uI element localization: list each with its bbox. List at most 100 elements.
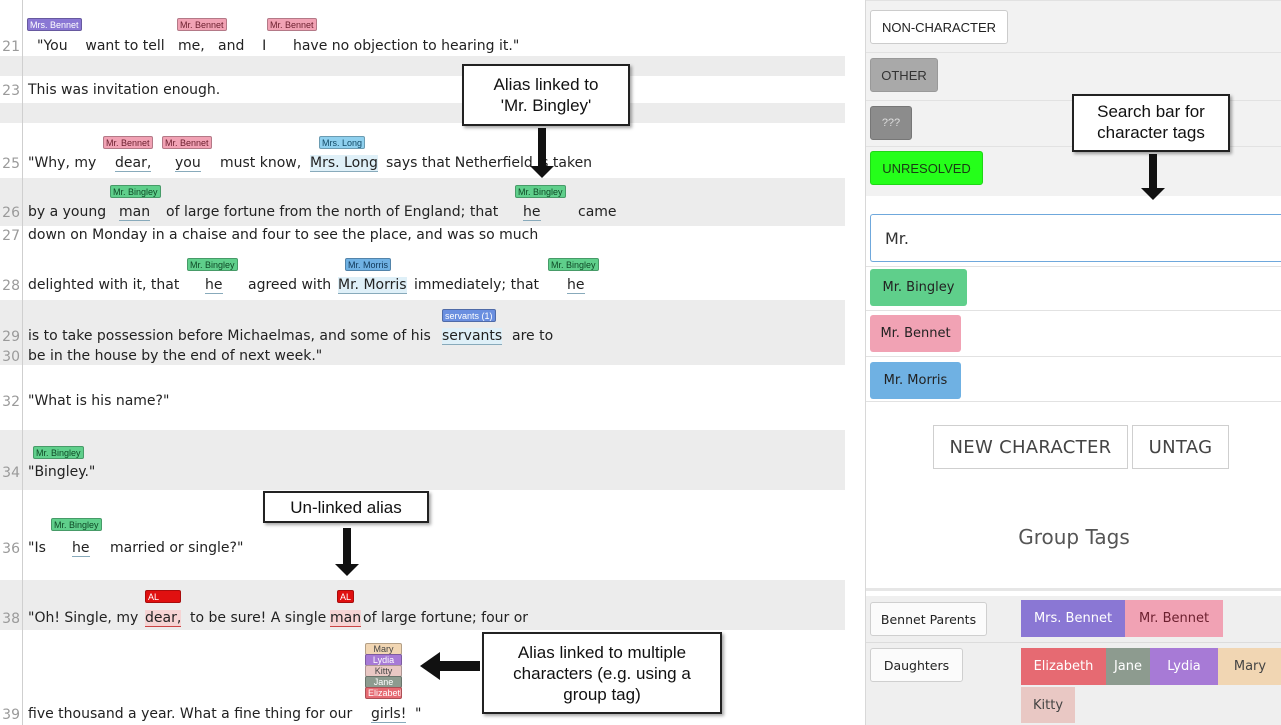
group-tags-title: Group Tags [1018,525,1130,549]
mention[interactable]: he [567,277,585,294]
group-member-chip[interactable]: Mrs. Bennet [1021,600,1125,637]
line-band [0,103,845,123]
other-button[interactable]: OTHER [870,58,938,92]
unknown-button[interactable]: ??? [870,106,912,140]
line-text: by a young [28,204,107,220]
group-member-chip[interactable]: Mary [1218,648,1281,685]
mention-tag[interactable]: Mrs. Long [319,136,366,149]
result-mr-bennet[interactable]: Mr. Bennet [870,315,961,352]
line-text: " [415,706,422,722]
mention-tag[interactable]: Mrs. Bennet [27,18,82,31]
line-text: of large fortune from the north of Engla… [166,204,499,220]
arrow-down-icon [530,128,554,178]
line-text: are to [512,328,554,344]
line-band [0,56,845,76]
line-text: delighted with it, that [28,277,180,293]
mention[interactable]: girls! [371,706,407,723]
line-text: says that Netherfield is taken [386,155,593,171]
mention[interactable]: Mr. Morris [338,277,407,294]
new-character-button[interactable]: NEW CHARACTER [933,425,1128,469]
line-text: "Why, my [28,155,97,171]
result-mr-morris[interactable]: Mr. Morris [870,362,961,399]
line-text: married or single?" [110,540,244,556]
mention-tag[interactable]: Mr. Bingley [548,258,599,271]
mention-tag[interactable]: Mr. Bennet [162,136,212,149]
non-character-button[interactable]: NON-CHARACTER [870,10,1008,44]
group-member-chip[interactable]: Kitty [1021,687,1075,723]
line-number: 32 [2,394,20,410]
line-text: "Is [28,540,46,556]
callout-alias-linked: Alias linked to 'Mr. Bingley' [462,64,630,126]
mention-tag[interactable]: Elizabeth [365,687,402,699]
mention[interactable]: he [205,277,223,294]
group-member-chip[interactable]: Elizabeth [1021,648,1106,685]
callout-multi-alias: Alias linked to multiple characters (e.g… [482,632,722,714]
group-member-chip[interactable]: Mr. Bennet [1125,600,1223,637]
line-number: 29 [2,329,20,345]
mention-tag[interactable]: Mr. Bingley [51,518,102,531]
mention[interactable]: dear, [145,610,182,627]
line-number: 38 [2,611,20,627]
tag-panel: NON-CHARACTER OTHER ??? UNRESOLVED Searc… [865,0,1281,725]
gutter-divider [22,0,23,725]
mention-tag[interactable]: servants (1) [442,309,496,322]
mention-tag[interactable]: Mr. Bennet [103,136,153,149]
character-search-input[interactable] [870,214,1281,262]
mention-tag[interactable]: Mr. Bennet [267,18,317,31]
line-number: 27 [2,228,20,244]
line-number: 26 [2,205,20,221]
mention[interactable]: he [523,204,541,221]
callout-search-bar: Search bar for character tags [1072,94,1230,152]
group-label-bennet-parents[interactable]: Bennet Parents [870,602,987,636]
text-panel: Mrs. Bennet Mr. Bennet Mr. Bennet 21 "Yo… [0,0,845,725]
mention-tag[interactable]: Mr. Bingley [515,185,566,198]
line-text: must know, [220,155,302,171]
line-number: 23 [2,83,20,99]
line-text: "You want to tell me, and I have no obje… [37,38,520,54]
arrow-left-icon [420,652,480,680]
line-number: 28 [2,278,20,294]
line-text: "What is his name?" [28,393,170,409]
callout-unlinked-alias: Un-linked alias [263,491,429,523]
arrow-down-icon [335,528,359,578]
mention[interactable]: servants [442,328,503,345]
mention[interactable]: he [72,540,90,557]
line-number: 25 [2,156,20,172]
group-member-chip[interactable]: Jane [1106,648,1150,685]
line-text: is to take possession before Michaelmas,… [28,328,431,344]
line-text: of large fortune; four or [363,610,529,626]
mention-tag[interactable]: Mr. Bingley [33,446,84,459]
line-text: "Bingley." [28,464,96,480]
unlinked-tag[interactable]: AL [145,590,181,603]
line-text: down on Monday in a chaise and four to s… [28,227,539,243]
line-text: five thousand a year. What a fine thing … [28,706,353,722]
mention[interactable]: dear, [115,155,152,172]
line-text: be in the house by the end of next week.… [28,348,323,364]
arrow-down-icon [1141,154,1165,204]
line-number: 21 [2,39,20,55]
line-number: 30 [2,349,20,365]
mention-tag[interactable]: Mr. Bingley [110,185,161,198]
mention-tag[interactable]: Mr. Morris [345,258,391,271]
group-label-daughters[interactable]: Daughters [870,648,963,682]
mention[interactable]: you [175,155,201,172]
mention[interactable]: man [330,610,362,627]
line-text: came [578,204,617,220]
line-text: This was invitation enough. [28,82,221,98]
mention-tag[interactable]: Mr. Bennet [177,18,227,31]
line-band [0,430,845,490]
line-text: to be sure! A single [190,610,327,626]
group-member-chip[interactable]: Lydia [1150,648,1218,685]
line-number: 39 [2,707,20,723]
mention-tag[interactable]: Mr. Bingley [187,258,238,271]
mention[interactable]: Mrs. Long [310,155,378,172]
line-text: agreed with [248,277,332,293]
line-number: 34 [2,465,20,481]
mention[interactable]: man [119,204,151,221]
line-text: immediately; that [414,277,540,293]
result-mr-bingley[interactable]: Mr. Bingley [870,269,967,306]
untag-button[interactable]: UNTAG [1132,425,1229,469]
unresolved-button[interactable]: UNRESOLVED [870,151,983,185]
unlinked-tag[interactable]: AL [337,590,355,603]
line-number: 36 [2,541,20,557]
